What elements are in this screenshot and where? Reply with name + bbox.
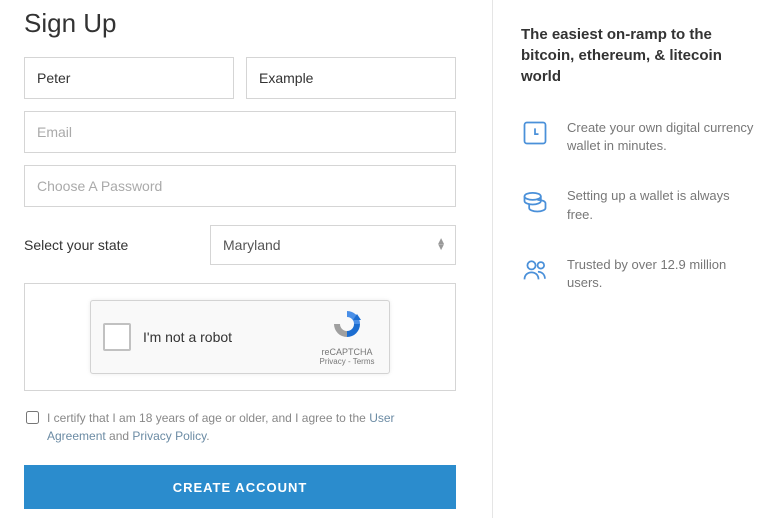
recaptcha-terms-link[interactable]: Terms	[353, 357, 375, 366]
recaptcha-widget: I'm not a robot reCAPTCHA Privacy - Term…	[90, 300, 390, 374]
last-name-input[interactable]	[246, 57, 456, 99]
recaptcha-brand: reCAPTCHA	[317, 347, 377, 357]
password-input[interactable]	[24, 165, 456, 207]
privacy-policy-link[interactable]: Privacy Policy	[132, 429, 206, 443]
email-input[interactable]	[24, 111, 456, 153]
recaptcha-icon	[331, 308, 363, 340]
state-label: Select your state	[24, 237, 210, 253]
users-icon	[521, 256, 549, 284]
benefit-text: Trusted by over 12.9 million users.	[567, 256, 755, 292]
first-name-input[interactable]	[24, 57, 234, 99]
create-account-button[interactable]: CREATE ACCOUNT	[24, 465, 456, 509]
tagline: The easiest on-ramp to the bitcoin, ethe…	[521, 24, 755, 87]
page-title: Sign Up	[24, 8, 456, 39]
coins-icon	[521, 187, 549, 215]
recaptcha-checkbox[interactable]	[103, 323, 131, 351]
state-select[interactable]: Maryland	[210, 225, 456, 265]
benefit-text: Setting up a wallet is always free.	[567, 187, 755, 223]
recaptcha-privacy-link[interactable]: Privacy	[320, 357, 346, 366]
recaptcha-container: I'm not a robot reCAPTCHA Privacy - Term…	[24, 283, 456, 391]
certify-checkbox[interactable]	[26, 411, 39, 424]
recaptcha-label: I'm not a robot	[143, 329, 317, 345]
clock-icon	[521, 119, 549, 147]
certify-text: I certify that I am 18 years of age or o…	[47, 409, 454, 445]
vertical-divider	[492, 0, 493, 518]
benefit-text: Create your own digital currency wallet …	[567, 119, 755, 155]
